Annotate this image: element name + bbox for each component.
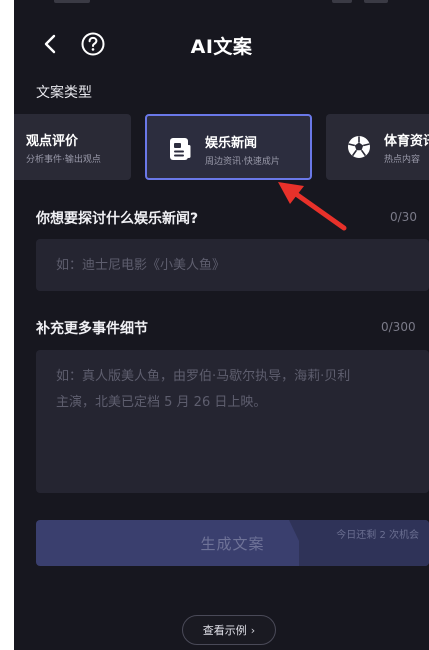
type-card-opinion[interactable]: 观点评价 分析事件·输出观点 — [14, 114, 131, 180]
detail-placeholder-line-1: 如：真人版美人鱼，由罗伯·马歇尔执导，海莉·贝利 — [56, 369, 351, 384]
topic-input-placeholder: 如：迪士尼电影《小美人鱼》 — [56, 258, 226, 273]
detail-placeholder-line-2: 主演，北美已定档 5 月 26 日上映。 — [56, 395, 267, 410]
app-screen: AI文案 文案类型 观点评价 分析事件·输出观点 娱乐新闻 周边资讯·快速成片 — [14, 0, 429, 650]
topic-field-label: 你想要探讨什么娱乐新闻? — [36, 211, 199, 227]
type-card-subtitle: 分析事件·输出观点 — [26, 155, 101, 165]
screenshot-left-margin — [0, 0, 14, 650]
copy-type-selector: 观点评价 分析事件·输出观点 娱乐新闻 周边资讯·快速成片 体育资讯 热点内容 — [14, 114, 429, 182]
remaining-chances-text: 今日还剩 2 次机会 — [336, 530, 419, 541]
type-card-sports-news[interactable]: 体育资讯 热点内容 — [326, 114, 429, 180]
soccer-ball-icon — [348, 136, 370, 158]
status-bar-remnant — [14, 0, 429, 6]
news-document-icon — [170, 138, 191, 160]
type-card-title: 观点评价 — [26, 134, 79, 149]
topic-char-counter: 0/30 — [390, 210, 417, 224]
page-title: AI文案 — [190, 36, 253, 58]
type-card-entertainment-news[interactable]: 娱乐新闻 周边资讯·快速成片 — [145, 114, 312, 180]
type-card-subtitle: 周边资讯·快速成片 — [205, 157, 280, 167]
type-card-title: 娱乐新闻 — [205, 136, 258, 151]
detail-field-label: 补充更多事件细节 — [36, 321, 148, 337]
annotation-arrow-icon — [278, 182, 347, 231]
type-section-label: 文案类型 — [36, 85, 92, 101]
chevron-right-icon: › — [250, 623, 256, 637]
detail-char-counter: 0/300 — [381, 320, 416, 334]
view-example-button[interactable]: 查看示例 › — [182, 615, 276, 645]
top-bar: AI文案 — [14, 24, 429, 64]
type-card-title: 体育资讯 — [384, 134, 429, 149]
type-card-subtitle: 热点内容 — [384, 155, 421, 165]
topic-input[interactable]: 如：迪士尼电影《小美人鱼》 — [36, 239, 429, 291]
view-example-label: 查看示例 — [202, 624, 247, 637]
generate-copy-button[interactable]: 生成文案 今日还剩 2 次机会 — [36, 520, 429, 566]
detail-textarea[interactable]: 如：真人版美人鱼，由罗伯·马歇尔执导，海莉·贝利 主演，北美已定档 5 月 26… — [36, 350, 429, 493]
